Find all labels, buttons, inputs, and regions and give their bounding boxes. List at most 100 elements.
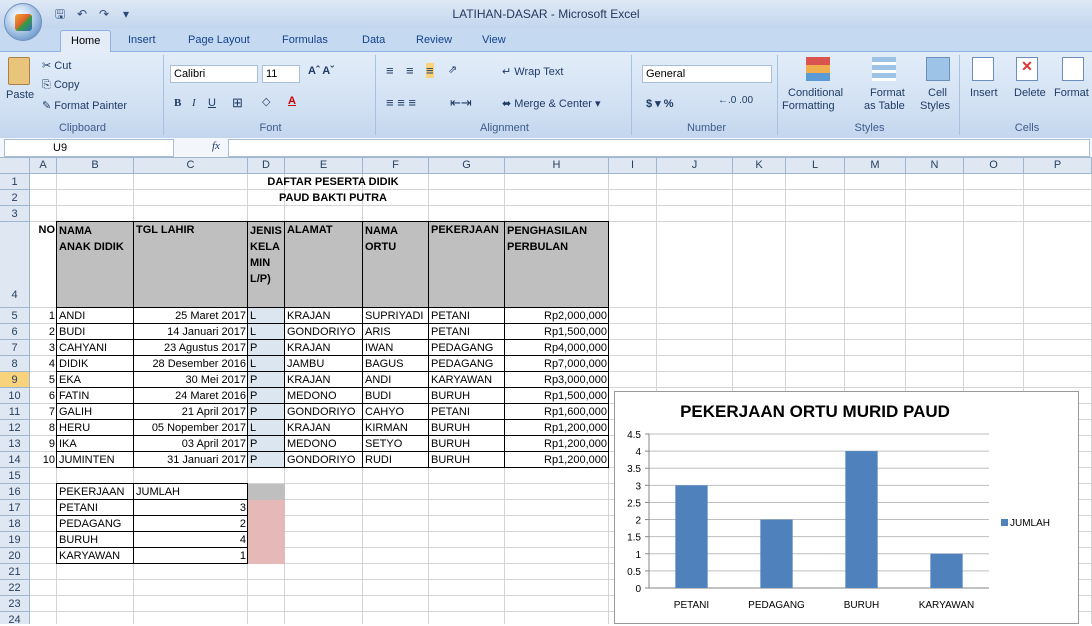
wrap-text-button[interactable]: ↵ Wrap Text (502, 65, 563, 78)
indent-icon[interactable]: ⇤⇥ (450, 95, 472, 111)
column-header-G[interactable]: G (429, 158, 505, 174)
sheet-title: DAFTAR PESERTA DIDIK (267, 176, 399, 188)
row-header-19[interactable]: 19 (0, 532, 30, 548)
conditional-formatting-button[interactable]: Conditional (788, 87, 843, 99)
row-header-5[interactable]: 5 (0, 308, 30, 324)
styles-group-label: Styles (854, 122, 885, 134)
font-name-select[interactable]: Calibri (170, 65, 258, 83)
column-header-P[interactable]: P (1024, 158, 1092, 174)
cell-styles-icon[interactable] (926, 57, 950, 81)
font-color-icon[interactable]: A (288, 95, 296, 107)
tab-review[interactable]: Review (416, 34, 452, 46)
tab-view[interactable]: View (482, 34, 506, 46)
italic-icon[interactable]: I (192, 97, 196, 109)
tab-home[interactable]: Home (60, 30, 112, 53)
column-header-H[interactable]: H (505, 158, 609, 174)
row-header-6[interactable]: 6 (0, 324, 30, 340)
row-header-10[interactable]: 10 (0, 388, 30, 404)
number-format-select[interactable]: General (642, 65, 772, 83)
orientation-icon[interactable]: ⇗ (448, 63, 457, 76)
column-header-E[interactable]: E (285, 158, 363, 174)
row-header-21[interactable]: 21 (0, 564, 30, 580)
align-left-icon[interactable]: ≡ ≡ ≡ (386, 95, 416, 110)
conditional-formatting-icon[interactable] (806, 57, 830, 81)
copy-button[interactable]: ⎘ Copy (42, 79, 80, 92)
row-header-9[interactable]: 9 (0, 372, 30, 388)
insert-cells-icon[interactable] (972, 57, 994, 81)
bar-chart[interactable]: PEKERJAAN ORTU MURID PAUD 0 0.5 1 1.5 2 2.5 3 3.… (614, 391, 1079, 624)
format-as-table-button[interactable]: Format (870, 87, 905, 99)
delete-button[interactable]: Delete (1014, 87, 1046, 99)
format-painter-button[interactable]: ✎ Format Painter (42, 99, 127, 112)
tab-page-layout[interactable]: Page Layout (188, 34, 250, 46)
row-header-17[interactable]: 17 (0, 500, 30, 516)
column-header-C[interactable]: C (134, 158, 248, 174)
column-header-D[interactable]: D (248, 158, 285, 174)
row-header-20[interactable]: 20 (0, 548, 30, 564)
column-header-N[interactable]: N (906, 158, 964, 174)
format-cells-icon[interactable] (1062, 57, 1084, 81)
top-align-icon[interactable]: ≡ (386, 63, 394, 78)
row-header-11[interactable]: 11 (0, 404, 30, 420)
tab-formulas[interactable]: Formulas (282, 34, 328, 46)
column-header-B[interactable]: B (57, 158, 134, 174)
office-button[interactable] (4, 3, 42, 41)
summary-jumlah: 1 (239, 550, 246, 562)
merge-center-button[interactable]: ⬌ Merge & Center ▾ (502, 97, 601, 110)
grow-font-icon[interactable]: Aˆ Aˇ (308, 65, 334, 77)
row-header-13[interactable]: 13 (0, 436, 30, 452)
insert-button[interactable]: Insert (970, 87, 998, 99)
column-header-O[interactable]: O (964, 158, 1024, 174)
column-header-M[interactable]: M (845, 158, 906, 174)
cell-alamat: GONDORIYO (287, 454, 356, 466)
row-header-4[interactable]: 4 (0, 222, 30, 308)
column-header-A[interactable]: A (30, 158, 57, 174)
paste-icon[interactable] (8, 57, 30, 85)
bottom-align-icon[interactable]: ≡ (426, 63, 434, 78)
column-header-K[interactable]: K (733, 158, 786, 174)
cut-button[interactable]: ✂ Cut (42, 59, 71, 72)
row-header-15[interactable]: 15 (0, 468, 30, 484)
row-header-3[interactable]: 3 (0, 206, 30, 222)
bold-icon[interactable]: B (174, 97, 181, 109)
column-header-F[interactable]: F (363, 158, 429, 174)
row-header-12[interactable]: 12 (0, 420, 30, 436)
delete-cells-icon[interactable]: ✕ (1016, 57, 1038, 81)
row-header-23[interactable]: 23 (0, 596, 30, 612)
cells-group-label: Cells (1014, 122, 1040, 134)
middle-align-icon[interactable]: ≡ (406, 63, 414, 78)
row-header-18[interactable]: 18 (0, 516, 30, 532)
row-header-22[interactable]: 22 (0, 580, 30, 596)
column-header-I[interactable]: I (609, 158, 657, 174)
row-header-2[interactable]: 2 (0, 190, 30, 206)
format-as-table-icon[interactable] (872, 57, 896, 81)
underline-icon[interactable]: U (208, 97, 216, 109)
cell-jenis-kelamin: L (250, 358, 257, 370)
summary-jumlah: 2 (239, 518, 246, 530)
decimal-icon[interactable]: ←.0 .00 (718, 95, 753, 106)
row-header-1[interactable]: 1 (0, 174, 30, 190)
select-all-corner[interactable] (0, 158, 30, 174)
tab-insert[interactable]: Insert (128, 34, 156, 46)
row-header-7[interactable]: 7 (0, 340, 30, 356)
cell-jenis-kelamin: P (250, 406, 258, 418)
borders-icon[interactable]: ⊞ (232, 95, 243, 111)
tab-data[interactable]: Data (362, 34, 385, 46)
font-size-select[interactable]: 11 (262, 65, 300, 83)
column-header-J[interactable]: J (657, 158, 733, 174)
formula-input[interactable] (228, 139, 1090, 157)
fill-color-icon[interactable]: ◇ (262, 95, 270, 108)
row-header-14[interactable]: 14 (0, 452, 30, 468)
cell-penghasilan: Rp1,500,000 (544, 390, 607, 402)
fx-icon[interactable]: fx (212, 140, 220, 152)
currency-icon[interactable]: $ ▾ % (646, 97, 674, 110)
row-header-8[interactable]: 8 (0, 356, 30, 372)
column-header-L[interactable]: L (786, 158, 845, 174)
format-button[interactable]: Format (1054, 87, 1089, 99)
row-header-16[interactable]: 16 (0, 484, 30, 500)
scissors-icon: ✂ (42, 60, 55, 72)
row-header-24[interactable]: 24 (0, 612, 30, 624)
paste-button[interactable]: Paste (6, 89, 34, 101)
cell-styles-button[interactable]: Cell (928, 87, 947, 99)
name-box[interactable]: U9 (4, 139, 174, 157)
